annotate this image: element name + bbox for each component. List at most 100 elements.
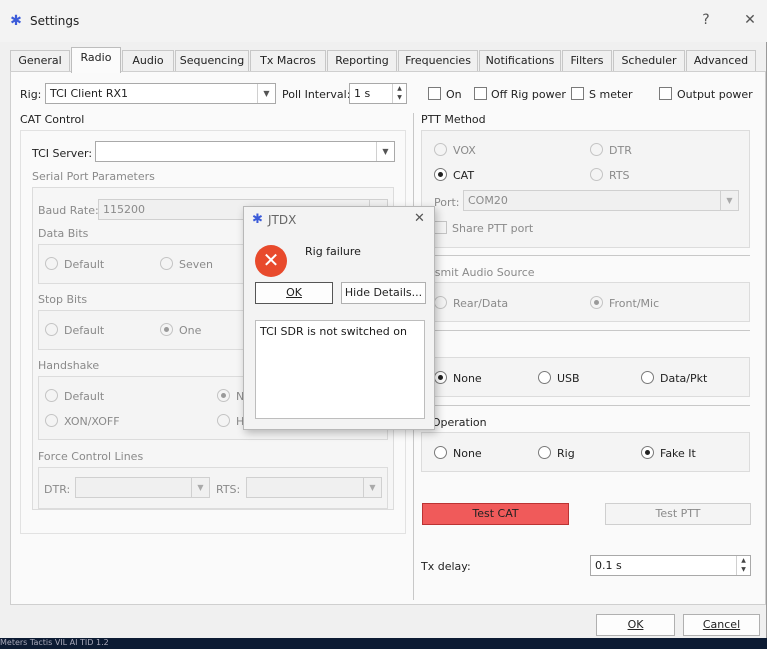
handshake-default-radio[interactable]	[45, 389, 58, 402]
split-rig-radio[interactable]	[538, 446, 551, 459]
s-meter-label: S meter	[589, 88, 633, 101]
ptt-rts-radio[interactable]	[590, 168, 603, 181]
stop-bits-title: Stop Bits	[38, 293, 88, 306]
ptt-dtr-label: DTR	[609, 144, 632, 157]
tx-delay-label: Tx delay:	[421, 560, 471, 573]
baud-rate-value: 115200	[103, 203, 145, 216]
output-power-label: Output power	[677, 88, 753, 101]
data-bits-default-label: Default	[64, 258, 105, 271]
handshake-hardware-radio[interactable]	[217, 414, 230, 427]
split-none-radio[interactable]	[434, 446, 447, 459]
poll-interval-value: 1 s	[354, 87, 371, 100]
force-control-lines-title: Force Control Lines	[38, 450, 144, 463]
serial-port-params-title: Serial Port Parameters	[32, 170, 155, 183]
stop-bits-default-label: Default	[64, 324, 105, 337]
dialog-ok-button[interactable]: OK	[255, 282, 333, 304]
hide-details-button[interactable]: Hide Details...	[341, 282, 426, 304]
share-ptt-checkbox[interactable]	[434, 221, 447, 234]
ptt-vox-label: VOX	[453, 144, 476, 157]
handshake-xon-radio[interactable]	[45, 414, 58, 427]
rig-value: TCI Client RX1	[50, 87, 129, 100]
chevron-down-icon: ▼	[363, 478, 381, 497]
tx-delay-spinner[interactable]: 0.1 s ▲ ▼	[590, 555, 751, 576]
mode-usb-label: USB	[557, 372, 580, 385]
off-rig-power-checkbox[interactable]	[474, 87, 487, 100]
rig-select[interactable]: TCI Client RX1 ▼	[45, 83, 276, 104]
ok-button[interactable]: OK	[596, 614, 675, 636]
audio-rear-label: Rear/Data	[453, 297, 509, 310]
poll-interval-spinner[interactable]: 1 s ▲ ▼	[349, 83, 407, 104]
spin-arrows-icon[interactable]: ▲ ▼	[392, 84, 406, 103]
ptt-rts-label: RTS	[609, 169, 630, 182]
test-cat-button[interactable]: Test CAT	[422, 503, 569, 525]
output-power-checkbox[interactable]	[659, 87, 672, 100]
tab-filters[interactable]: Filters	[562, 50, 612, 72]
split-none-label: None	[453, 447, 482, 460]
chevron-down-icon: ▼	[191, 478, 209, 497]
on-checkbox[interactable]	[428, 87, 441, 100]
ptt-port-label: Port:	[434, 196, 460, 209]
chevron-down-icon: ▼	[376, 142, 394, 161]
mode-data-label: Data/Pkt	[660, 372, 708, 385]
tab-sequencing[interactable]: Sequencing	[175, 50, 249, 72]
audio-front-radio[interactable]	[590, 296, 603, 309]
baud-rate-label: Baud Rate:	[38, 204, 99, 217]
divider	[421, 405, 750, 406]
ptt-method-title: PTT Method	[421, 113, 486, 126]
rig-failure-dialog: ✱ JTDX ✕ ✕ Rig failure OK Hide Details..…	[243, 206, 435, 430]
audio-rear-radio[interactable]	[434, 296, 447, 309]
data-bits-default-radio[interactable]	[45, 257, 58, 270]
dtr-label: DTR:	[44, 483, 71, 496]
ptt-port-value: COM20	[468, 194, 508, 207]
on-label: On	[446, 88, 462, 101]
tab-reporting[interactable]: Reporting	[327, 50, 397, 72]
tab-audio[interactable]: Audio	[122, 50, 174, 72]
mode-data-radio[interactable]	[641, 371, 654, 384]
s-meter-checkbox[interactable]	[571, 87, 584, 100]
chevron-down-icon: ▼	[257, 84, 275, 103]
ptt-port-select[interactable]: COM20 ▼	[463, 190, 739, 211]
close-button[interactable]: ✕	[740, 10, 760, 30]
spin-arrows-icon[interactable]: ▲ ▼	[736, 556, 750, 575]
stop-bits-one-radio[interactable]	[160, 323, 173, 336]
divider	[421, 330, 750, 331]
tci-server-select[interactable]: ▼	[95, 141, 395, 162]
help-button[interactable]: ?	[696, 10, 716, 30]
handshake-none-radio[interactable]	[217, 389, 230, 402]
mode-none-radio[interactable]	[434, 371, 447, 384]
dialog-message: Rig failure	[305, 245, 361, 258]
test-ptt-button[interactable]: Test PTT	[605, 503, 751, 525]
split-fake-radio[interactable]	[641, 446, 654, 459]
split-rig-label: Rig	[557, 447, 575, 460]
rts-select[interactable]: ▼	[246, 477, 382, 498]
chevron-down-icon: ▼	[720, 191, 738, 210]
split-fake-label: Fake It	[660, 447, 696, 460]
stop-bits-default-radio[interactable]	[45, 323, 58, 336]
ptt-vox-radio[interactable]	[434, 143, 447, 156]
tab-general[interactable]: General	[10, 50, 70, 72]
taskbar-strip: Meters Tactis VIL AI TID 1.2	[0, 638, 767, 649]
ptt-cat-label: CAT	[453, 169, 475, 182]
details-text: TCI SDR is not switched on	[255, 320, 425, 419]
mode-usb-radio[interactable]	[538, 371, 551, 384]
divider	[421, 255, 750, 256]
audio-front-label: Front/Mic	[609, 297, 660, 310]
poll-interval-label: Poll Interval:	[282, 88, 351, 101]
ptt-dtr-radio[interactable]	[590, 143, 603, 156]
tab-frequencies[interactable]: Frequencies	[398, 50, 478, 72]
dtr-select[interactable]: ▼	[75, 477, 210, 498]
tci-server-label: TCI Server:	[32, 147, 93, 160]
data-bits-seven-radio[interactable]	[160, 257, 173, 270]
rts-label: RTS:	[216, 483, 241, 496]
handshake-default-label: Default	[64, 390, 105, 403]
dialog-close-icon[interactable]: ✕	[414, 211, 425, 226]
ptt-cat-radio[interactable]	[434, 168, 447, 181]
tab-scheduler[interactable]: Scheduler	[613, 50, 685, 72]
audio-source-title: ansmit Audio Source	[421, 266, 535, 279]
cancel-button[interactable]: Cancel	[683, 614, 760, 636]
mode-none-label: None	[453, 372, 482, 385]
tab-tx-macros[interactable]: Tx Macros	[250, 50, 326, 72]
tab-notifications[interactable]: Notifications	[479, 50, 561, 72]
tab-radio[interactable]: Radio	[71, 47, 121, 73]
tab-advanced[interactable]: Advanced	[686, 50, 756, 72]
